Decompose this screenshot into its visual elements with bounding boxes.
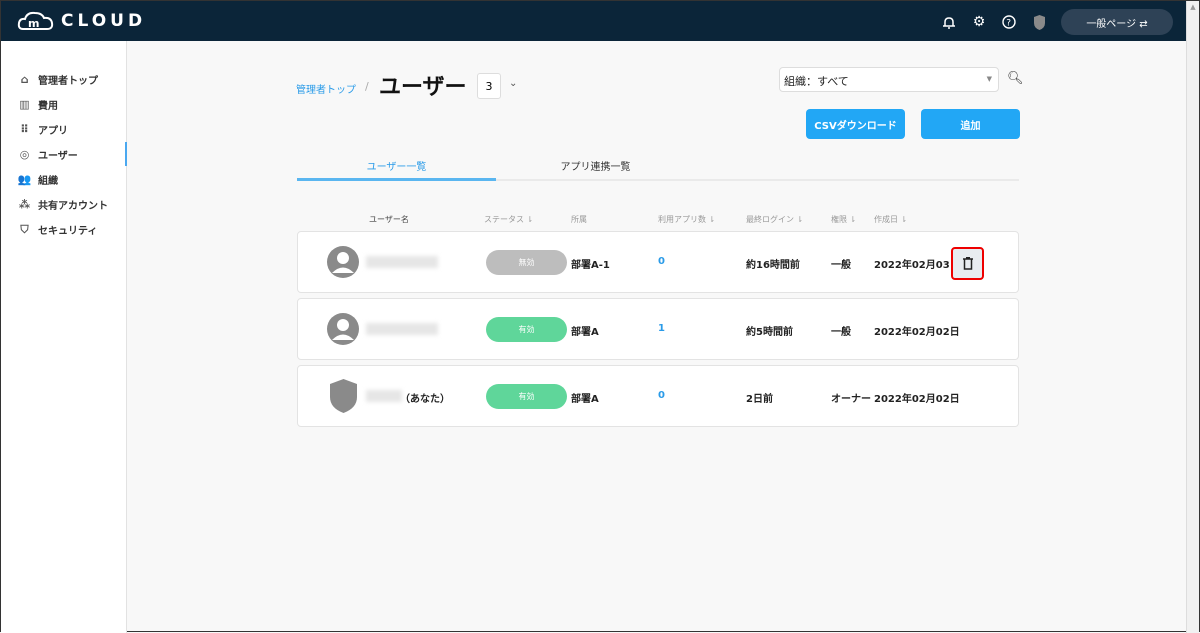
tab-active-indicator [297, 178, 496, 181]
sidebar-item-label: アプリ [38, 126, 68, 137]
status-badge: 有効 [486, 384, 567, 409]
trash-icon [962, 257, 973, 270]
role: 一般 [831, 327, 851, 338]
sidebar-item-label: ユーザー [38, 151, 78, 162]
app-count-link[interactable]: 0 [658, 390, 665, 401]
organization-select[interactable]: 組織：すべて ▼ [779, 67, 999, 92]
scroll-up-icon[interactable]: ▲ [1187, 3, 1199, 11]
sidebar-item-users[interactable]: ◎ ユーザー [18, 147, 78, 162]
app-count-link[interactable]: 0 [658, 256, 665, 267]
shield-icon[interactable] [1031, 14, 1047, 30]
column-header-role[interactable]: 権限 ⇂ [831, 214, 856, 225]
column-header-department: 所属 [571, 215, 587, 224]
home-icon: ⌂ [20, 73, 29, 86]
shared-users-icon: ⁂ [18, 198, 31, 211]
created-date: 2022年02月02日 [874, 327, 960, 338]
gear-icon[interactable]: ⚙ [971, 14, 987, 30]
sidebar-item-security[interactable]: ⛉ セキュリティ [18, 222, 98, 238]
sidebar-item-label: 管理者トップ [38, 76, 98, 87]
last-login: 約5時間前 [746, 327, 793, 338]
cloud-logo-icon: m [17, 11, 54, 30]
sidebar-item-organization[interactable]: 👥 組織 [18, 172, 58, 187]
department: 部署A-1 [571, 260, 610, 271]
role: 一般 [831, 260, 851, 271]
user-circle-icon: ◎ [19, 148, 30, 161]
svg-text:m: m [28, 17, 43, 30]
redacted-username [366, 390, 402, 402]
shield-icon: ⛉ [20, 222, 29, 236]
grid-icon: ⠿ [20, 123, 29, 136]
tab-user-list[interactable]: ユーザー一覧 [297, 158, 496, 173]
status-badge: 無効 [486, 250, 567, 275]
sidebar-item-admin-top[interactable]: ⌂ 管理者トップ [18, 72, 98, 87]
column-header-created[interactable]: 作成日 ⇂ [874, 214, 907, 225]
sidebar-item-apps[interactable]: ⠿ アプリ [18, 122, 68, 137]
chart-icon: ▥ [19, 98, 30, 111]
last-login: 2日前 [746, 394, 773, 405]
column-header-last-login[interactable]: 最終ログイン ⇂ [746, 214, 803, 225]
table-row[interactable]: 無効 部署A-1 0 約16時間前 一般 2022年02月03日 [297, 231, 1019, 293]
redacted-username [366, 323, 438, 335]
department: 部署A [571, 327, 599, 338]
dropdown-arrow-icon: ▼ [986, 75, 992, 83]
general-page-switch-button[interactable]: 一般ページ ⇄ [1061, 9, 1173, 35]
logo[interactable]: m CLOUD [17, 9, 146, 33]
sidebar-item-shared-accounts[interactable]: ⁂ 共有アカウント [18, 197, 108, 212]
user-count: 3 [477, 73, 501, 99]
chevron-down-icon[interactable]: ⌄ [509, 78, 517, 89]
sidebar-item-label: 組織 [38, 176, 58, 187]
last-login: 約16時間前 [746, 260, 800, 271]
redacted-username [366, 256, 438, 268]
breadcrumb-separator: / [365, 80, 369, 93]
group-icon: 👥 [17, 173, 32, 186]
status-badge: 有効 [486, 317, 567, 342]
created-date: 2022年02月03日 [874, 260, 960, 271]
sidebar-item-label: セキュリティ [38, 226, 98, 237]
owner-shield-icon [330, 379, 357, 413]
user-avatar-icon [327, 246, 359, 278]
top-header: m CLOUD ⚙ ? 一般ページ ⇄ [1, 1, 1187, 41]
column-header-app-count[interactable]: 利用アプリ数 ⇂ [658, 214, 715, 225]
sidebar-item-label: 費用 [38, 101, 58, 112]
page-title: ユーザー [379, 75, 467, 100]
tab-app-integration-list[interactable]: アプリ連携一覧 [496, 158, 695, 173]
sidebar-item-label: 共有アカウント [38, 201, 108, 212]
breadcrumb-admin-top[interactable]: 管理者トップ [296, 81, 356, 96]
user-avatar-icon [327, 313, 359, 345]
table-row[interactable]: 有効 部署A 1 約5時間前 一般 2022年02月02日 [297, 298, 1019, 360]
svg-text:?: ? [1006, 19, 1011, 29]
search-icon[interactable]: 🔍︎ [1007, 71, 1024, 86]
sidebar: ⌂ 管理者トップ ▥ 費用 ⠿ アプリ ◎ ユーザー 👥 組織 ⁂ 共有アカウント ⛉ セキュ… [1, 41, 127, 633]
table-row[interactable]: （あなた） 有効 部署A 0 2日前 オーナー 2022年02月02日 [297, 365, 1019, 427]
sidebar-active-indicator [125, 142, 127, 166]
logo-text: CLOUD [61, 11, 147, 31]
column-header-username: ユーザー名 [369, 215, 409, 224]
created-date: 2022年02月02日 [874, 394, 960, 405]
department: 部署A [571, 394, 599, 405]
help-icon[interactable]: ? [1001, 14, 1017, 30]
column-header-status[interactable]: ステータス ⇂ [484, 214, 533, 225]
add-button[interactable]: 追加 [921, 109, 1020, 139]
app-count-link[interactable]: 1 [658, 323, 665, 334]
role: オーナー [831, 394, 871, 405]
organization-select-value: 組織：すべて [784, 75, 849, 88]
csv-download-button[interactable]: CSVダウンロード [806, 109, 905, 139]
bell-icon[interactable] [941, 14, 957, 30]
you-label: （あなた） [400, 394, 450, 405]
delete-button[interactable] [951, 247, 984, 280]
sidebar-item-cost[interactable]: ▥ 費用 [18, 97, 58, 112]
vertical-scrollbar[interactable]: ▲ [1186, 1, 1199, 633]
